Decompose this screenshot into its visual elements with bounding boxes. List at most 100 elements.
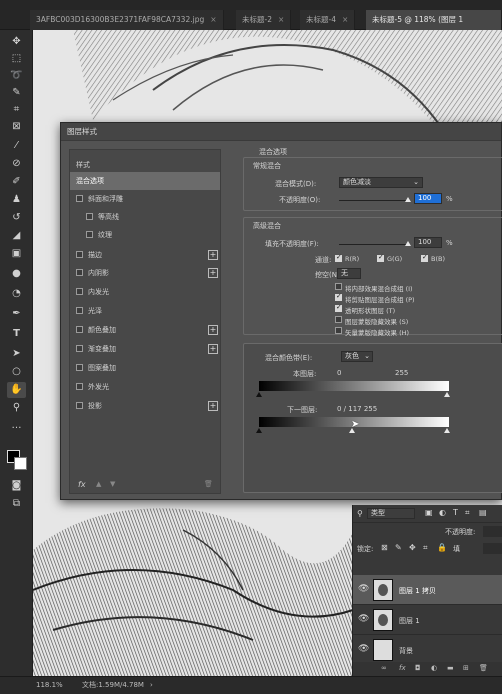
- knockout-select[interactable]: 无: [337, 268, 361, 279]
- filter-smart-icon[interactable]: ▤: [479, 508, 487, 517]
- checkbox[interactable]: [86, 213, 93, 220]
- this-layer-black-thumb[interactable]: [256, 392, 262, 397]
- checkbox[interactable]: [76, 364, 83, 371]
- option-checkbox[interactable]: [335, 283, 342, 290]
- checkbox[interactable]: [76, 307, 83, 314]
- lock-all-icon[interactable]: 🔒: [437, 543, 447, 552]
- zoom-tool-icon[interactable]: ⚲: [7, 400, 26, 416]
- pen-tool-icon[interactable]: ✒: [7, 306, 26, 322]
- eye-icon[interactable]: 👁: [358, 614, 369, 624]
- style-item-texture[interactable]: 纹理: [70, 226, 220, 244]
- fx-icon[interactable]: fx: [78, 480, 86, 489]
- tab-jpg[interactable]: 3AFBC003D16300B3E2371FAF98CA7332.jpg ×: [30, 10, 224, 30]
- eye-icon[interactable]: 👁: [358, 584, 369, 594]
- style-item-stroke[interactable]: 描边 +: [70, 246, 220, 264]
- add-icon[interactable]: +: [208, 268, 218, 278]
- status-menu-icon[interactable]: ›: [150, 677, 153, 694]
- dialog-title[interactable]: 图层样式: [61, 123, 501, 141]
- lock-position-icon[interactable]: ✥: [409, 543, 416, 552]
- option-checkbox[interactable]: [335, 316, 342, 323]
- path-select-icon[interactable]: ➤: [7, 346, 26, 362]
- underlying-white-thumb[interactable]: [444, 428, 450, 433]
- opacity-slider-thumb[interactable]: [405, 197, 411, 202]
- link-icon[interactable]: ∞: [381, 664, 387, 672]
- channel-b-checkbox[interactable]: [421, 253, 428, 262]
- option-checkbox[interactable]: [335, 303, 342, 312]
- trash-icon[interactable]: 🗑: [479, 664, 488, 672]
- checkbox[interactable]: [76, 326, 83, 333]
- lasso-tool-icon[interactable]: ➰: [7, 68, 26, 84]
- close-icon[interactable]: ×: [210, 15, 216, 24]
- document-size[interactable]: 文档:1.59M/4.78M: [82, 677, 144, 694]
- blur-icon[interactable]: ●: [7, 266, 26, 282]
- checkbox[interactable]: [86, 231, 93, 238]
- fill-opacity-slider-thumb[interactable]: [405, 241, 411, 246]
- layer-opacity-input[interactable]: [483, 526, 502, 537]
- lock-transparent-icon[interactable]: ⊠: [381, 543, 388, 552]
- add-icon[interactable]: +: [208, 344, 218, 354]
- quick-mask-icon[interactable]: ◙: [7, 478, 26, 494]
- folder-icon[interactable]: ▬: [447, 664, 454, 672]
- frame-tool-icon[interactable]: ⊠: [7, 119, 26, 135]
- fill-opacity-input[interactable]: 100: [414, 237, 442, 248]
- eraser-icon[interactable]: ◢: [7, 228, 26, 244]
- trash-icon[interactable]: 🗑: [204, 480, 213, 488]
- filter-shape-icon[interactable]: ⌗: [465, 508, 470, 518]
- fx-icon[interactable]: fx: [399, 664, 406, 672]
- tab-untitled-5[interactable]: 未标题-5 @ 118% (图层 1: [366, 10, 502, 30]
- move-up-icon[interactable]: ▲: [96, 480, 101, 488]
- filter-type-icon[interactable]: T: [453, 508, 458, 517]
- style-item-contour[interactable]: 等高线: [70, 208, 220, 226]
- style-item-color-overlay[interactable]: 颜色叠加 +: [70, 321, 220, 339]
- history-brush-icon[interactable]: ↺: [7, 210, 26, 226]
- this-layer-white-thumb[interactable]: [444, 392, 450, 397]
- hand-tool-icon[interactable]: ✋: [7, 382, 26, 398]
- lock-pixels-icon[interactable]: ✎: [395, 543, 402, 552]
- checkbox[interactable]: [76, 288, 83, 295]
- option-checkbox[interactable]: [335, 327, 342, 334]
- this-layer-gradient[interactable]: [259, 381, 449, 391]
- option-checkbox[interactable]: [335, 292, 342, 301]
- checkbox[interactable]: [76, 383, 83, 390]
- opacity-slider[interactable]: [339, 200, 409, 201]
- adjustment-icon[interactable]: ◐: [431, 664, 437, 672]
- close-icon[interactable]: ×: [278, 15, 284, 24]
- checkbox[interactable]: [76, 251, 83, 258]
- tab-untitled-2[interactable]: 未标题-2 ×: [236, 10, 292, 30]
- style-item-inner-glow[interactable]: 内发光: [70, 283, 220, 301]
- filter-adjust-icon[interactable]: ◐: [439, 508, 446, 517]
- checkbox[interactable]: [76, 402, 83, 409]
- layer-row[interactable]: 👁 图层 1: [353, 605, 502, 635]
- lock-artboard-icon[interactable]: ⌗: [423, 543, 428, 553]
- checkbox[interactable]: [76, 269, 83, 276]
- type-tool-icon[interactable]: T: [7, 326, 26, 342]
- spot-heal-icon[interactable]: ⊘: [7, 156, 26, 172]
- channel-r-checkbox[interactable]: [335, 253, 342, 262]
- blend-mode-select[interactable]: 颜色减淡 ⌄: [339, 177, 423, 188]
- gradient-icon[interactable]: ▣: [7, 246, 26, 262]
- style-item-satin[interactable]: 光泽: [70, 302, 220, 320]
- style-item-gradient-overlay[interactable]: 渐变叠加 +: [70, 340, 220, 358]
- mask-icon[interactable]: ◘: [415, 664, 421, 672]
- style-item-inner-shadow[interactable]: 内阴影 +: [70, 264, 220, 282]
- tab-untitled-4[interactable]: 未标题-4 ×: [300, 10, 356, 30]
- screen-mode-icon[interactable]: ⧉: [7, 496, 26, 512]
- style-item-pattern-overlay[interactable]: 图案叠加: [70, 359, 220, 377]
- style-item-drop-shadow[interactable]: 投影 +: [70, 397, 220, 415]
- brush-tool-icon[interactable]: ✐: [7, 174, 26, 190]
- underlying-black-thumb[interactable]: [256, 428, 262, 433]
- layer-row[interactable]: 👁 背景: [353, 635, 502, 665]
- eye-icon[interactable]: 👁: [358, 644, 369, 654]
- style-item-bevel-emboss[interactable]: 斜面和浮雕: [70, 190, 220, 208]
- close-icon[interactable]: ×: [342, 15, 348, 24]
- marquee-tool-icon[interactable]: ⬚: [7, 51, 26, 67]
- ellipse-tool-icon[interactable]: ○: [7, 364, 26, 380]
- checkbox[interactable]: [76, 195, 83, 202]
- layer-kind-filter[interactable]: 类型: [367, 508, 415, 519]
- checkbox[interactable]: [76, 345, 83, 352]
- crop-tool-icon[interactable]: ⌗: [7, 102, 26, 118]
- style-item-blending-options[interactable]: 混合选项: [70, 172, 220, 190]
- move-tool-icon[interactable]: ✥: [7, 34, 26, 50]
- move-down-icon[interactable]: ▼: [110, 480, 115, 488]
- fill-opacity-slider[interactable]: [339, 244, 409, 245]
